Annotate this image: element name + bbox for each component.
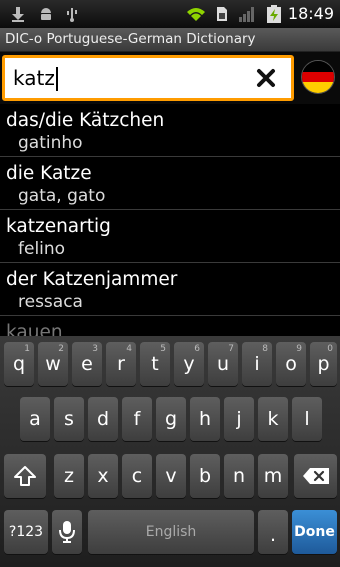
key-m[interactable]: m (258, 454, 288, 498)
status-bar: 18:49 (0, 0, 340, 28)
german-term: die Katze (6, 163, 92, 184)
shift-key[interactable] (4, 454, 46, 498)
key-s[interactable]: s (54, 397, 84, 441)
period-key[interactable]: . (258, 510, 288, 554)
key-j[interactable]: j (224, 397, 254, 441)
microphone-icon (59, 521, 75, 543)
german-term: das/die Kätzchen (6, 110, 165, 131)
portuguese-translation: gata, gato (18, 186, 106, 206)
german-term: der Katzenjammer (6, 269, 178, 290)
app-title: DIC-o Portuguese-German Dictionary (5, 31, 256, 47)
germany-flag-icon[interactable] (301, 60, 335, 94)
search-input-text: katz (13, 66, 55, 90)
list-item[interactable]: der Katzenjammer ressaca (0, 263, 340, 316)
key-f[interactable]: f (122, 397, 152, 441)
key-b[interactable]: b (190, 454, 220, 498)
key-g[interactable]: g (156, 397, 186, 441)
portuguese-translation: gatinho (18, 133, 83, 153)
key-u[interactable]: 7u (208, 342, 238, 386)
key-l[interactable]: l (292, 397, 322, 441)
wifi-icon (187, 8, 205, 21)
key-r[interactable]: 4r (106, 342, 136, 386)
key-w[interactable]: 2w (38, 342, 68, 386)
results-list: das/die Kätzchen gatinho die Katze gata,… (0, 104, 340, 340)
search-input[interactable]: katz (2, 55, 294, 101)
key-x[interactable]: x (88, 454, 118, 498)
backspace-icon (302, 468, 329, 484)
delete-key[interactable] (294, 454, 337, 498)
download-icon (12, 7, 24, 22)
soft-keyboard: 1q 2w 3e 4r 5t 6y 7u 8i 9o 0p a s d f g … (0, 336, 340, 567)
close-icon[interactable] (255, 67, 277, 89)
key-a[interactable]: a (20, 397, 50, 441)
key-y[interactable]: 6y (174, 342, 204, 386)
usb-icon (67, 8, 77, 22)
search-area: katz (0, 52, 340, 104)
portuguese-translation: felino (18, 239, 66, 259)
key-q[interactable]: 1q (4, 342, 34, 386)
done-key[interactable]: Done (292, 510, 337, 554)
portuguese-translation: ressaca (18, 292, 83, 312)
battery-charging-icon (267, 5, 281, 23)
key-c[interactable]: c (122, 454, 152, 498)
signal-icon (239, 7, 254, 22)
german-term: katzenartig (6, 216, 111, 237)
key-e[interactable]: 3e (72, 342, 102, 386)
key-o[interactable]: 9o (276, 342, 306, 386)
status-time: 18:49 (287, 4, 334, 23)
shift-icon (14, 466, 36, 486)
key-z[interactable]: z (54, 454, 84, 498)
list-item[interactable]: katzenartig felino (0, 210, 340, 263)
key-i[interactable]: 8i (242, 342, 272, 386)
key-p[interactable]: 0p (310, 342, 337, 386)
key-v[interactable]: v (156, 454, 186, 498)
key-d[interactable]: d (88, 397, 118, 441)
app-title-bar: DIC-o Portuguese-German Dictionary (0, 28, 340, 52)
text-caret (56, 67, 58, 91)
list-item[interactable]: die Katze gata, gato (0, 157, 340, 210)
sim-icon (217, 7, 227, 21)
key-h[interactable]: h (190, 397, 220, 441)
list-item[interactable]: das/die Kätzchen gatinho (0, 104, 340, 157)
key-n[interactable]: n (224, 454, 254, 498)
space-key[interactable]: English (88, 510, 254, 554)
key-t[interactable]: 5t (140, 342, 170, 386)
android-icon (41, 8, 51, 20)
microphone-key[interactable] (52, 510, 82, 554)
symbols-key[interactable]: ?123 (4, 510, 48, 554)
key-k[interactable]: k (258, 397, 288, 441)
